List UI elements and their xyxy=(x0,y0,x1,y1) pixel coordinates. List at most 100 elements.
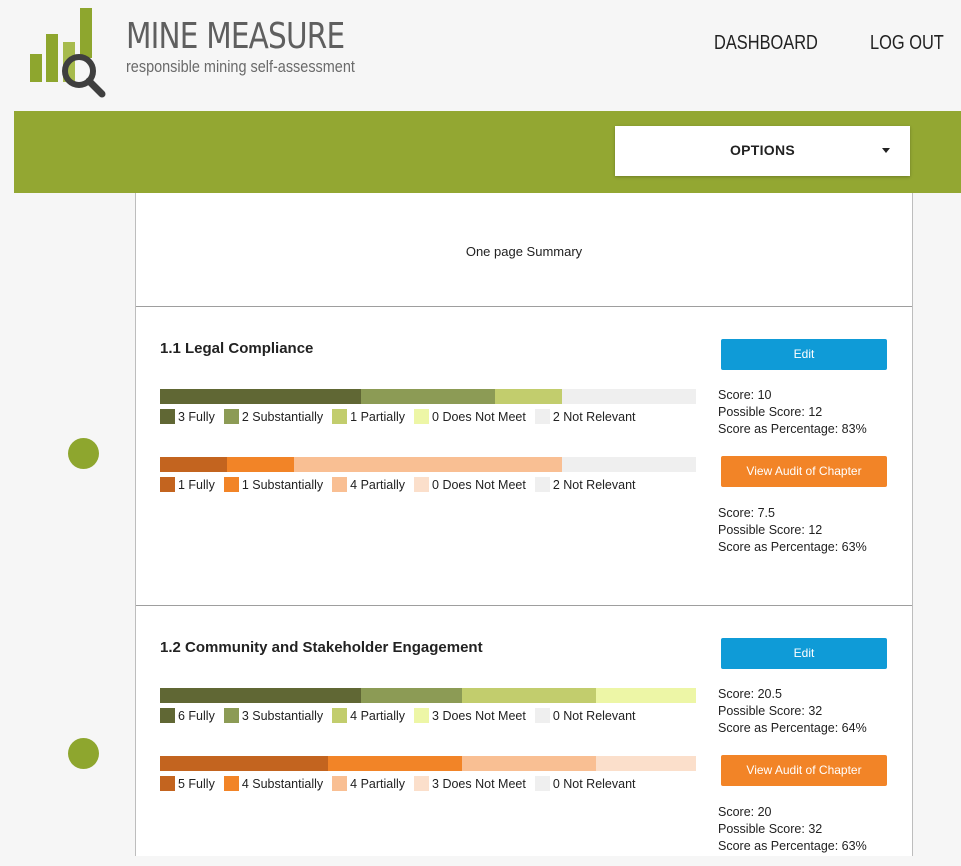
legend-swatch xyxy=(414,776,430,791)
bar-segment-substantially xyxy=(361,389,495,404)
legend-item: 3 Fully xyxy=(160,409,215,424)
summary-title: One page Summary xyxy=(465,244,583,259)
legend-swatch xyxy=(534,708,550,723)
score-percentage: Score as Percentage: 63% xyxy=(718,839,867,853)
self-assessment-legend: 6 Fully 3 Substantially 4 Partially 3 Do… xyxy=(160,708,645,723)
legend-swatch xyxy=(414,409,430,424)
edit-button[interactable]: Edit xyxy=(721,339,887,370)
bar-segment-partially xyxy=(294,457,562,472)
bar-segment-partially xyxy=(461,688,596,703)
legend-item: 3 Does Not Meet xyxy=(414,776,526,791)
chapter-title: 1.1 Legal Compliance xyxy=(160,340,314,357)
legend-item: 0 Does Not Meet xyxy=(414,477,526,492)
self-score-block: Score: 10 Possible Score: 12 Score as Pe… xyxy=(718,387,867,438)
legend-swatch xyxy=(332,477,348,492)
audit-score-block: Score: 7.5 Possible Score: 12 Score as P… xyxy=(718,505,867,556)
legend-item: 0 Not Relevant xyxy=(534,708,636,723)
legend-swatch xyxy=(534,409,550,424)
legend-label: 3 Does Not Meet xyxy=(432,708,526,723)
legend-swatch xyxy=(223,409,239,424)
legend-label: 2 Not Relevant xyxy=(552,477,636,492)
legend-item: 0 Does Not Meet xyxy=(414,409,526,424)
legend-label: 2 Not Relevant xyxy=(552,409,636,424)
audit-legend: 5 Fully 4 Substantially 4 Partially 3 Do… xyxy=(160,776,645,791)
view-audit-button[interactable]: View Audit of Chapter xyxy=(721,456,887,487)
legend-label: 0 Does Not Meet xyxy=(432,477,526,492)
summary-header: One page Summary xyxy=(136,193,912,307)
bar-segment-substantially xyxy=(227,457,294,472)
nav-dashboard-link[interactable]: DASHBOARD xyxy=(714,32,818,55)
score-percentage: Score as Percentage: 63% xyxy=(718,540,867,554)
legend-swatch xyxy=(223,708,239,723)
summary-panel: One page Summary 1.1 Legal Compliance 3 … xyxy=(135,193,913,856)
legend-label: 4 Partially xyxy=(350,477,406,492)
chapter-card: 1.2 Community and Stakeholder Engagement… xyxy=(136,606,912,866)
self-score-block: Score: 20.5 Possible Score: 32 Score as … xyxy=(718,686,867,737)
audit-bar xyxy=(160,457,696,472)
mine-measure-logo-icon xyxy=(30,8,106,98)
audit-score-block: Score: 20 Possible Score: 32 Score as Pe… xyxy=(718,804,867,855)
legend-item: 4 Partially xyxy=(332,708,405,723)
score-value: Score: 20.5 xyxy=(718,687,782,701)
view-audit-button[interactable]: View Audit of Chapter xyxy=(721,755,887,786)
legend-label: 5 Fully xyxy=(178,776,215,791)
legend-label: 3 Substantially xyxy=(241,708,324,723)
legend-swatch xyxy=(223,477,239,492)
header: MINE MEASURE responsible mining self-ass… xyxy=(14,0,961,111)
audit-legend: 1 Fully 1 Substantially 4 Partially 0 Do… xyxy=(160,477,645,492)
self-assessment-legend: 3 Fully 2 Substantially 1 Partially 0 Do… xyxy=(160,409,645,424)
legend-label: 4 Partially xyxy=(350,776,406,791)
legend-item: 2 Substantially xyxy=(223,409,324,424)
bar-segment-does-not-meet xyxy=(595,756,696,771)
legend-label: 1 Partially xyxy=(350,409,406,424)
nav-logout-link[interactable]: LOG OUT xyxy=(870,32,944,55)
legend-swatch xyxy=(160,477,175,492)
legend-swatch xyxy=(332,409,348,424)
legend-label: 0 Does Not Meet xyxy=(432,409,526,424)
edit-button[interactable]: Edit xyxy=(721,638,887,669)
score-value: Score: 20 xyxy=(718,805,772,819)
legend-swatch xyxy=(223,776,239,791)
legend-item: 3 Substantially xyxy=(223,708,324,723)
chapter-title: 1.2 Community and Stakeholder Engagement xyxy=(160,639,483,656)
legend-swatch xyxy=(414,708,430,723)
caret-down-icon xyxy=(882,148,890,153)
legend-item: 6 Fully xyxy=(160,708,215,723)
bar-segment-fully xyxy=(160,688,361,703)
bar-segment-partially xyxy=(461,756,596,771)
score-value: Score: 10 xyxy=(718,388,772,402)
brand-title: MINE MEASURE xyxy=(126,16,345,57)
legend-swatch xyxy=(414,477,430,492)
legend-swatch xyxy=(332,776,348,791)
legend-item: 0 Not Relevant xyxy=(534,776,636,791)
score-value: Score: 7.5 xyxy=(718,506,775,520)
self-assessment-bar xyxy=(160,688,696,703)
options-label: OPTIONS xyxy=(729,142,796,158)
legend-item: 4 Substantially xyxy=(223,776,323,791)
legend-item: 1 Substantially xyxy=(223,477,324,492)
legend-label: 3 Fully xyxy=(178,409,215,424)
bar-segment-partially xyxy=(495,389,562,404)
legend-item: 4 Partially xyxy=(332,477,405,492)
legend-label: 1 Substantially xyxy=(241,477,324,492)
possible-score: Possible Score: 32 xyxy=(718,704,823,718)
legend-item: 5 Fully xyxy=(160,776,215,791)
legend-label: 1 Fully xyxy=(178,477,215,492)
score-percentage: Score as Percentage: 83% xyxy=(718,422,867,436)
legend-item: 2 Not Relevant xyxy=(534,409,636,424)
options-band: OPTIONS xyxy=(14,111,961,193)
legend-label: 2 Substantially xyxy=(241,409,324,424)
legend-swatch xyxy=(534,477,550,492)
possible-score: Possible Score: 32 xyxy=(718,822,823,836)
options-dropdown[interactable]: OPTIONS xyxy=(615,126,910,176)
legend-label: 0 Not Relevant xyxy=(552,776,636,791)
bar-segment-does-not-meet xyxy=(595,688,696,703)
legend-label: 6 Fully xyxy=(178,708,215,723)
chapter-status-dot xyxy=(68,438,99,469)
legend-label: 0 Not Relevant xyxy=(552,708,636,723)
bar-segment-fully xyxy=(160,389,361,404)
chapter-card: 1.1 Legal Compliance 3 Fully 2 Substanti… xyxy=(136,307,912,606)
legend-swatch xyxy=(332,708,348,723)
legend-swatch xyxy=(160,409,175,424)
legend-item: 3 Does Not Meet xyxy=(414,708,526,723)
